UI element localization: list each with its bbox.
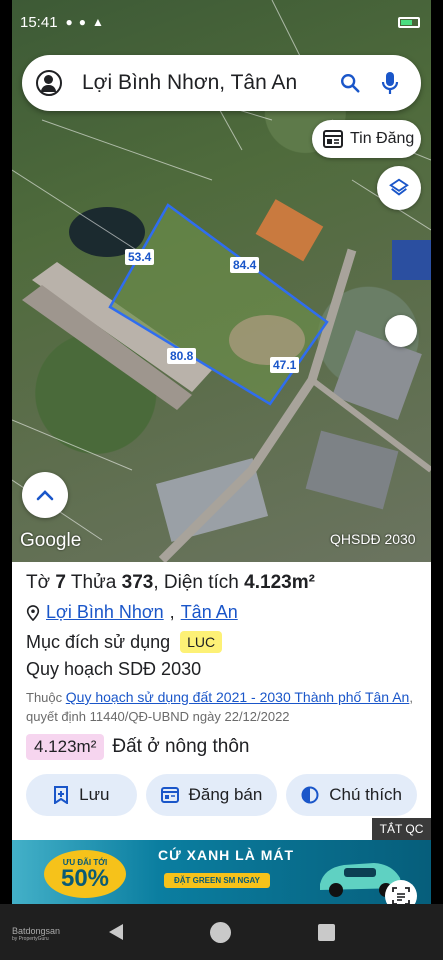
purpose-badge: LUC — [180, 631, 223, 653]
expand-button[interactable] — [22, 472, 68, 518]
map-layer-label: QHSDĐ 2030 — [330, 531, 416, 547]
chevron-up-icon — [36, 490, 54, 501]
plot-prefix: Thửa — [70, 572, 117, 593]
ad-badge-percent: 50% — [60, 864, 110, 892]
dimension-label: 53.4 — [125, 249, 155, 265]
dimension-label: 84.4 — [230, 257, 260, 273]
area-prefix: , Diện tích — [153, 572, 239, 593]
location-pin-icon — [26, 604, 40, 621]
warning-icon: ▲ — [92, 15, 104, 29]
ad-discount-badge: ƯU ĐÃI TỚI 50% — [44, 850, 126, 898]
listing-icon — [160, 787, 179, 803]
area-chip: 4.123m² — [26, 734, 105, 760]
layers-icon — [389, 178, 409, 196]
post-label: Đăng bán — [188, 785, 263, 804]
brand-watermark: Batdongsan by PropertyGuru — [12, 926, 60, 942]
sheet-number: 7 — [55, 572, 66, 593]
battery-icon — [398, 16, 420, 28]
back-icon[interactable] — [107, 922, 125, 942]
building-blue — [392, 240, 431, 280]
search-input[interactable]: Lợi Bình Nhơn, Tân An — [82, 71, 333, 95]
save-label: Lưu — [79, 785, 110, 804]
ad-banner[interactable]: ƯU ĐÃI TỚI 50% CỨ XANH LÀ MÁT ĐẶT GREEN … — [12, 840, 431, 904]
plot-number: 373 — [121, 572, 154, 593]
purpose-label: Mục đích sử dụng — [26, 631, 171, 652]
legend-label: Chú thích — [329, 785, 403, 804]
parcel-info-panel: Tờ 7 Thửa 373, Diện tích 4.123m² Lợi Bìn… — [12, 562, 431, 840]
brand-sub: by PropertyGuru — [12, 936, 49, 942]
building-grey-2 — [305, 430, 399, 510]
parcel-title: Tờ 7 Thửa 373, Diện tích 4.123m² — [26, 570, 417, 596]
dimension-label: 80.8 — [167, 348, 197, 364]
legend-button[interactable]: Chú thích — [286, 774, 417, 816]
contrast-icon — [301, 786, 319, 804]
plan-label: Quy hoạch SDĐ 2030 — [26, 659, 202, 679]
google-logo: Google — [20, 530, 82, 551]
location-separator: , — [169, 602, 175, 622]
system-navigation-bar: Batdongsan by PropertyGuru — [0, 904, 443, 960]
sheet-prefix: Tờ — [26, 572, 51, 593]
close-ad-button[interactable]: TẮT QC — [372, 818, 431, 840]
scan-text-icon — [392, 887, 410, 905]
post-for-sale-button[interactable]: Đăng bán — [145, 774, 278, 816]
search-icon[interactable] — [333, 66, 367, 100]
status-bar: 15:41 ● ● ▲ — [20, 10, 420, 34]
layers-button[interactable] — [377, 166, 421, 210]
plan-source: Thuộc Quy hoạch sử dụng đất 2021 - 2030 … — [26, 688, 417, 726]
bookmark-add-icon — [54, 786, 69, 804]
notification-icons: ● ● ▲ — [66, 15, 104, 29]
search-bar[interactable]: Lợi Bình Nhơn, Tân An — [22, 55, 421, 111]
tin-dang-label: Tin Đăng — [350, 130, 415, 147]
ad-cta-button[interactable]: ĐẶT GREEN SM NGAY — [164, 873, 270, 888]
home-button[interactable] — [210, 922, 231, 943]
listing-icon — [323, 130, 343, 148]
ad-headline: CỨ XANH LÀ MÁT — [158, 847, 295, 863]
area-value: 4.123m² — [244, 572, 315, 593]
map-control-button[interactable] — [385, 315, 417, 347]
tin-dang-button[interactable]: Tin Đăng — [312, 120, 421, 158]
plan-source-link[interactable]: Quy hoạch sử dụng đất 2021 - 2030 Thành … — [66, 689, 410, 705]
notification-icon: ● — [78, 15, 87, 29]
save-button[interactable]: Lưu — [26, 774, 137, 816]
location-row: Lợi Bình Nhơn, Tân An — [26, 602, 417, 623]
microphone-icon[interactable] — [373, 66, 407, 100]
land-type-row: 4.123m² Đất ở nông thôn — [26, 734, 417, 760]
source-prefix: Thuộc — [26, 690, 63, 705]
action-row: Lưu Đăng bán Chú thích — [26, 774, 417, 816]
recent-apps-button[interactable] — [318, 924, 335, 941]
city-link[interactable]: Tân An — [181, 602, 238, 623]
purpose-row: Mục đích sử dụng LUC — [26, 631, 417, 653]
status-time: 15:41 — [20, 13, 58, 31]
land-type: Đất ở nông thôn — [112, 736, 250, 757]
building-orange — [255, 199, 324, 262]
brand-name: Batdongsan — [12, 926, 61, 936]
message-icon: ● — [65, 15, 73, 29]
account-icon[interactable] — [36, 70, 62, 96]
ward-link[interactable]: Lợi Bình Nhơn — [46, 602, 164, 623]
dimension-label: 47.1 — [270, 357, 300, 373]
